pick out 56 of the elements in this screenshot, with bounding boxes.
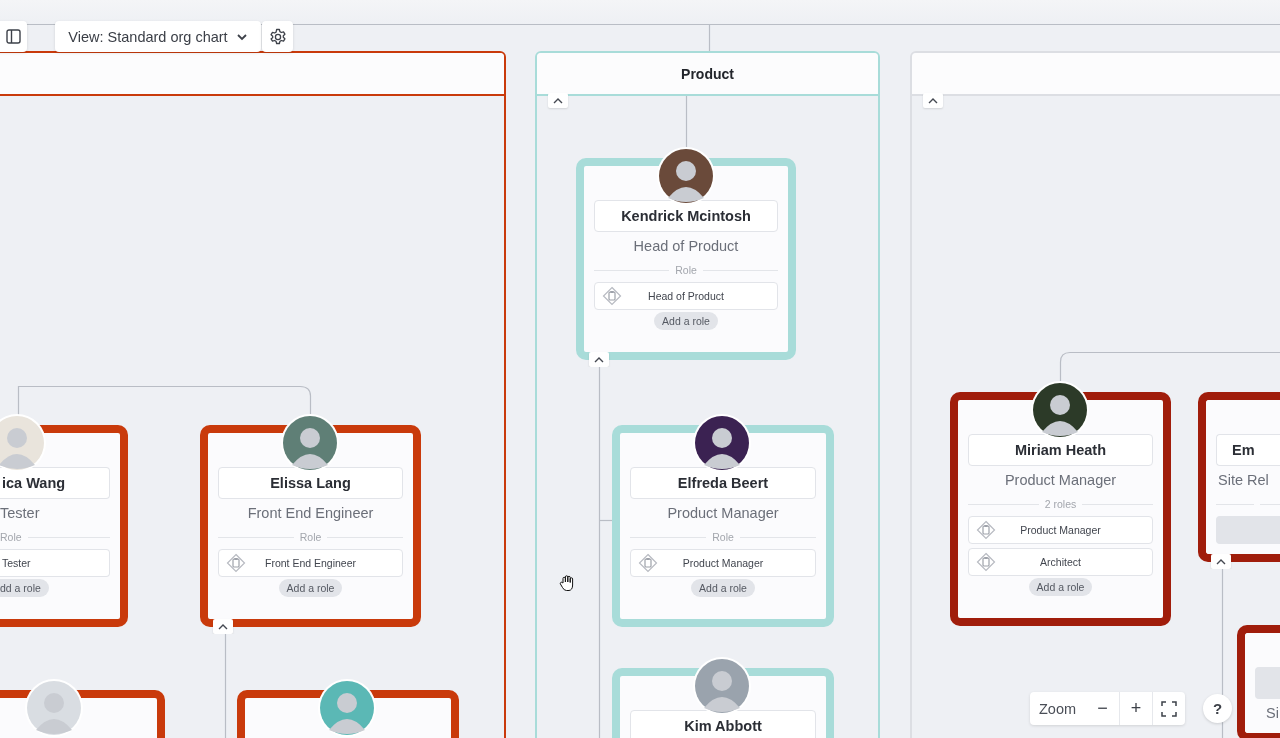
job-title: Tester: [0, 504, 41, 523]
help-button[interactable]: ?: [1203, 694, 1232, 723]
clipboard-icon: [976, 552, 996, 572]
role-item[interactable]: Front End Engineer: [218, 549, 403, 577]
person-name[interactable]: Kendrick Mcintosh: [594, 200, 778, 232]
group-title: Product: [681, 65, 734, 82]
zoom-in-button[interactable]: +: [1119, 692, 1152, 725]
clipboard-icon: [226, 553, 246, 573]
role-count-label: Role: [712, 531, 734, 543]
person-name[interactable]: Miriam Heath: [968, 434, 1153, 466]
person-name[interactable]: Elfreda Beert: [630, 467, 816, 499]
role-item[interactable]: Head of Product: [594, 282, 778, 310]
role-count-label: Role: [675, 264, 697, 276]
clipboard-icon: [976, 520, 996, 540]
clipboard-icon: [602, 286, 622, 306]
collapse-toggle[interactable]: [923, 93, 943, 108]
person-name[interactable]: Elissa Lang: [218, 467, 403, 499]
job-title: Head of Product: [632, 237, 740, 256]
collapse-toggle[interactable]: [589, 352, 609, 367]
job-title: Front End Engineer: [246, 504, 375, 523]
role-count-label: Role: [0, 531, 22, 543]
collapse-toggle[interactable]: [548, 93, 568, 108]
person-card[interactable]: [237, 678, 459, 738]
person-name[interactable]: ica Wang: [0, 467, 110, 499]
settings-icon: [268, 27, 287, 46]
role-item[interactable]: Architect: [968, 548, 1153, 576]
person-name[interactable]: Kim Abbott: [630, 710, 816, 738]
settings-button[interactable]: [262, 21, 293, 52]
zoom-label: Zoom: [1038, 700, 1078, 717]
role-count-label: 2 roles: [1044, 498, 1077, 510]
add-role-button[interactable]: Add a role: [1028, 578, 1093, 596]
role-item[interactable]: Tester: [0, 549, 110, 577]
person-name[interactable]: Em: [1216, 434, 1280, 466]
add-role-button[interactable]: Add a role: [654, 312, 718, 330]
clipboard-icon: [638, 553, 658, 573]
fullscreen-icon: [1161, 700, 1177, 717]
role-item[interactable]: Product Manager: [630, 549, 816, 577]
connector-line: [685, 93, 688, 149]
sidebar-toggle-button[interactable]: [0, 21, 27, 52]
add-role-button[interactable]: Add a role: [278, 579, 343, 597]
job-title: Site Rel: [1217, 471, 1270, 490]
add-role-button[interactable]: dd a role: [0, 579, 49, 597]
role-count-label: Role: [299, 531, 322, 543]
chevron-down-icon: [235, 31, 248, 42]
job-title: Product Manager: [1003, 471, 1118, 490]
zoom-out-button[interactable]: −: [1086, 692, 1119, 725]
person-card[interactable]: [0, 678, 165, 738]
hand-cursor-icon: [559, 574, 575, 592]
view-dropdown[interactable]: View: Standard org chart: [55, 21, 261, 52]
sidebar-icon: [6, 29, 21, 44]
add-role-button[interactable]: Add a role: [691, 579, 755, 597]
job-title: Si: [1265, 704, 1280, 723]
collapse-toggle[interactable]: [1211, 554, 1231, 569]
job-title: Product Manager: [666, 504, 780, 523]
role-item[interactable]: Product Manager: [968, 516, 1153, 544]
collapse-toggle[interactable]: [213, 619, 233, 634]
